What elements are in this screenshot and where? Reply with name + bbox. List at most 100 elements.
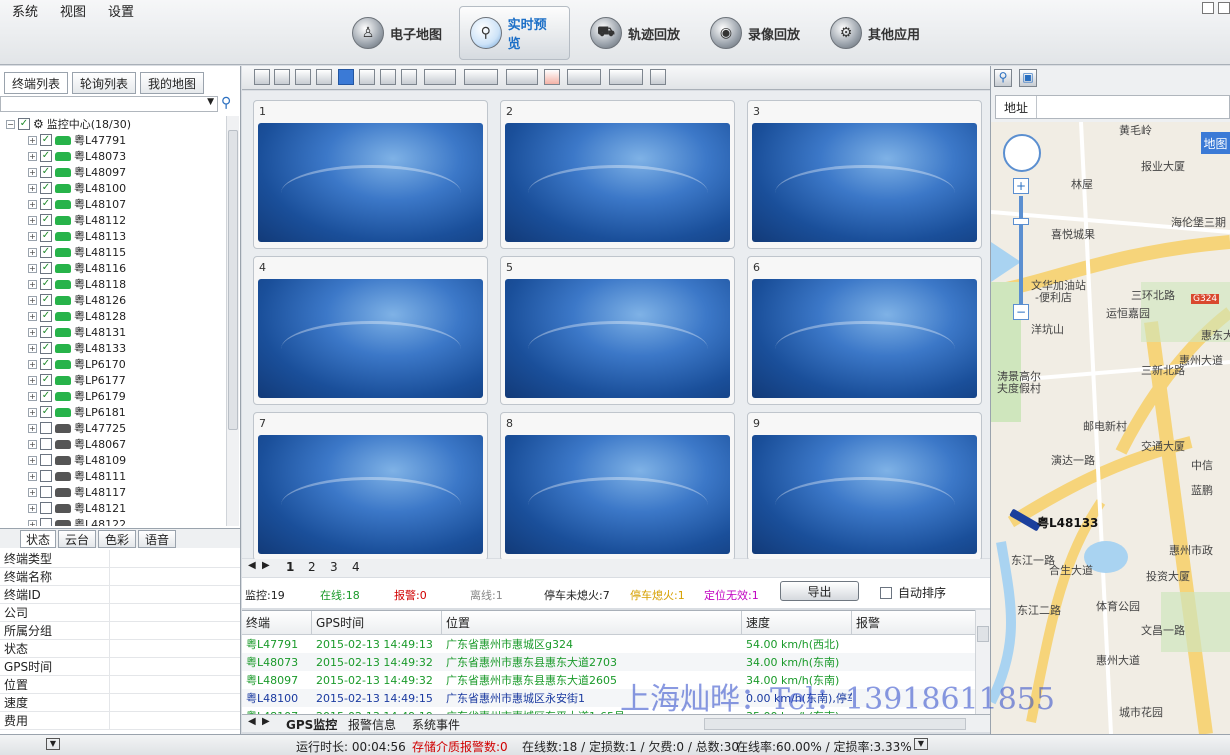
video-cell[interactable]: 8 [500, 412, 735, 561]
map-search-icon[interactable]: ⚲ [994, 69, 1012, 87]
expand-icon[interactable] [650, 69, 666, 85]
checkbox[interactable]: ✓ [40, 150, 52, 162]
expand-icon[interactable]: + [28, 135, 37, 145]
tree-item[interactable]: + ✓ 粤LP6181 [0, 404, 226, 420]
page-down-button[interactable] [401, 69, 417, 85]
checkbox[interactable]: ✓ [40, 342, 52, 354]
map-view[interactable]: + − 地图 粤L48133 黄毛岭 报业大厦 林屋 海伦堡三期 喜悦城果 文华加油站 -便… [991, 122, 1230, 734]
expand-icon[interactable]: + [28, 151, 37, 161]
tree-item[interactable]: + 粤L48121 [0, 500, 226, 516]
tree-item[interactable]: + ✓ 粤L48133 [0, 340, 226, 356]
window-dropdown[interactable] [464, 69, 498, 85]
checkbox[interactable] [40, 470, 52, 482]
horizontal-scrollbar[interactable] [704, 718, 966, 730]
menu-view[interactable]: 视图 [60, 1, 86, 20]
tree-item[interactable]: + 粤L48109 [0, 452, 226, 468]
checkbox[interactable]: ✓ [40, 310, 52, 322]
nav-video-playback[interactable]: ◉ 录像回放 [700, 6, 810, 60]
checkbox[interactable]: ✓ [40, 374, 52, 386]
checkbox[interactable] [40, 518, 52, 526]
tree-item[interactable]: + ✓ 粤LP6179 [0, 388, 226, 404]
video-cell[interactable]: 2 [500, 100, 735, 249]
checkbox[interactable]: ✓ [40, 198, 52, 210]
tab-alarm-info[interactable]: 报警信息 [348, 716, 396, 733]
page-tab-4[interactable]: 4 [352, 560, 360, 574]
checkbox[interactable]: ✓ [40, 406, 52, 418]
checkbox[interactable]: ✓ [40, 134, 52, 146]
expand-icon[interactable]: + [28, 455, 37, 465]
expand-icon[interactable]: + [28, 343, 37, 353]
expand-icon[interactable]: + [28, 407, 37, 417]
video-cell[interactable]: 5 [500, 256, 735, 405]
exit-icon[interactable] [1218, 2, 1230, 14]
play-dropdown[interactable] [567, 69, 601, 85]
arrow-right-icon[interactable]: ▶ [262, 716, 270, 727]
checkbox[interactable]: ✓ [40, 326, 52, 338]
nav-track-playback[interactable]: ⛟ 轨迹回放 [580, 6, 690, 60]
expand-icon[interactable]: + [28, 391, 37, 401]
col-speed[interactable]: 速度 [742, 611, 852, 634]
expand-icon[interactable]: + [28, 247, 37, 257]
layout-8-button[interactable] [316, 69, 332, 85]
chevron-down-icon[interactable]: ▼ [207, 97, 214, 107]
expand-icon[interactable]: + [28, 167, 37, 177]
tree-item[interactable]: + ✓ 粤L48097 [0, 164, 226, 180]
expand-icon[interactable]: + [28, 215, 37, 225]
tab-polling-list[interactable]: 轮询列表 [72, 72, 136, 94]
layout-4-button[interactable] [274, 69, 290, 85]
zoom-in-button[interactable]: + [1013, 178, 1029, 194]
tree-item[interactable]: + 粤L48122 [0, 516, 226, 526]
tab-voice[interactable]: 语音 [138, 530, 176, 548]
tree-item[interactable]: + ✓ 粤L48107 [0, 196, 226, 212]
layout-1-button[interactable] [254, 69, 270, 85]
tree-root[interactable]: − ✓ ⚙ 监控中心(18/30) [0, 116, 226, 132]
nav-electronic-map[interactable]: ♙ 电子地图 [342, 6, 452, 60]
video-cell[interactable]: 4 [253, 256, 488, 405]
pan-control[interactable] [1003, 134, 1041, 172]
tree-item[interactable]: + 粤L48111 [0, 468, 226, 484]
chevron-down-icon[interactable]: ▼ [46, 738, 60, 750]
expand-icon[interactable]: + [28, 375, 37, 385]
page-tab-2[interactable]: 2 [308, 560, 316, 574]
checkbox[interactable]: ✓ [40, 166, 52, 178]
checkbox[interactable]: ✓ [40, 182, 52, 194]
zoom-slider[interactable] [1019, 196, 1023, 304]
arrow-left-icon[interactable]: ◀ [248, 560, 256, 571]
checkbox[interactable]: ✓ [40, 390, 52, 402]
checkbox[interactable] [40, 486, 52, 498]
tree-item[interactable]: + ✓ 粤L48118 [0, 276, 226, 292]
tree-item[interactable]: + ✓ 粤L48116 [0, 260, 226, 276]
tree-item[interactable]: + ✓ 粤LP6170 [0, 356, 226, 372]
expand-icon[interactable]: + [28, 519, 37, 526]
export-button[interactable]: 导出 [780, 581, 859, 601]
video-cell[interactable]: 7 [253, 412, 488, 561]
checkbox[interactable]: ✓ [40, 358, 52, 370]
zoom-out-button[interactable]: − [1013, 304, 1029, 320]
expand-icon[interactable]: + [28, 183, 37, 193]
tree-item[interactable]: + ✓ 粤L48073 [0, 148, 226, 164]
table-row[interactable]: 粤L48073 2015-02-13 14:49:32 广东省惠州市惠东县惠东大道2… [242, 653, 975, 671]
tab-my-map[interactable]: 我的地图 [140, 72, 204, 94]
tab-status[interactable]: 状态 [20, 530, 56, 548]
chevron-down-icon[interactable]: ▼ [914, 738, 928, 750]
nav-live-preview[interactable]: ⚲ 实时预览 [459, 6, 570, 60]
tree-scrollbar[interactable] [226, 116, 239, 526]
checkbox[interactable]: ✓ [40, 262, 52, 274]
auto-sort-checkbox[interactable]: 自动排序 [880, 584, 946, 601]
tree-item[interactable]: + ✓ 粤L48113 [0, 228, 226, 244]
speaker-icon[interactable] [544, 69, 560, 85]
menu-settings[interactable]: 设置 [108, 1, 134, 20]
snapshot-dropdown[interactable] [506, 69, 538, 85]
checkbox[interactable]: ✓ [40, 294, 52, 306]
tree-item[interactable]: + ✓ 粤L47791 [0, 132, 226, 148]
expand-icon[interactable]: + [28, 231, 37, 241]
tab-terminal-list[interactable]: 终端列表 [4, 72, 68, 94]
checkbox[interactable]: ✓ [18, 118, 30, 130]
tree-item[interactable]: + 粤L48117 [0, 484, 226, 500]
stop-dropdown[interactable] [609, 69, 643, 85]
layout-6-button[interactable] [295, 69, 311, 85]
expand-icon[interactable]: + [28, 199, 37, 209]
table-row[interactable]: 粤L47791 2015-02-13 14:49:13 广东省惠州市惠城区g324 5… [242, 635, 975, 653]
tree-item[interactable]: + ✓ 粤L48112 [0, 212, 226, 228]
col-terminal[interactable]: 终端 [242, 611, 312, 634]
